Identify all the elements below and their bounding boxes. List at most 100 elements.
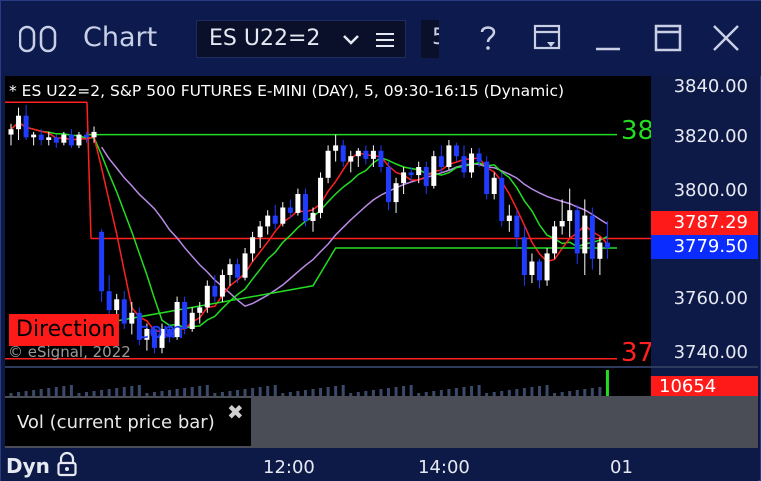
red-step-line (86, 102, 92, 239)
symbol-selector[interactable]: ES U22=2 (196, 20, 406, 58)
volume-bar (137, 385, 141, 396)
candle-body (227, 264, 233, 275)
volume-bar (319, 388, 323, 396)
lock-icon[interactable] (56, 451, 78, 477)
volume-bar (583, 389, 587, 396)
candle-body (318, 177, 324, 213)
chart-app-icon (19, 25, 57, 53)
candle-body (537, 261, 542, 281)
candle-body (212, 285, 218, 297)
candle-body (310, 212, 316, 221)
candle-body (589, 215, 595, 259)
candle-body (99, 231, 105, 292)
candle-body (446, 145, 452, 167)
volume-bar (266, 386, 270, 396)
candle-body (189, 312, 195, 329)
volume-bar (326, 387, 330, 396)
candle-body (302, 194, 308, 221)
minimize-icon[interactable] (591, 21, 625, 55)
volume-axis: 10654 (651, 368, 758, 398)
volume-bar (190, 387, 194, 396)
candle-body (604, 242, 610, 248)
candle-body (325, 150, 331, 178)
candle-body (280, 207, 286, 224)
volume-bar (538, 386, 541, 396)
volume-bar (205, 385, 209, 396)
volume-bar (379, 389, 383, 396)
volume-bar (115, 388, 119, 396)
volume-bar (477, 385, 481, 396)
candle-body (287, 207, 293, 213)
symbol-value[interactable]: ES U22=2 (209, 26, 320, 51)
time-tick: 14:00 (418, 457, 470, 478)
price-axis[interactable]: 3840.00 3820.00 3800.00 3787.29 3779.50 … (651, 76, 758, 366)
candle-body (544, 253, 550, 281)
candle-body (23, 115, 29, 138)
last-price-tag: 3787.29 (651, 211, 758, 235)
candle-body (514, 215, 520, 238)
volume-bar (122, 387, 126, 396)
candle-body (38, 134, 44, 140)
interval-selector[interactable]: 5 (421, 20, 439, 58)
volume-bar (590, 388, 594, 396)
candle-body (521, 237, 527, 275)
volume-bar (454, 388, 458, 396)
candle-body (355, 150, 361, 157)
price-tick: 3840.00 (673, 76, 748, 97)
maximize-icon[interactable] (651, 21, 685, 55)
candle-body (76, 134, 82, 146)
volume-bar (530, 387, 534, 396)
volume-bar (334, 386, 338, 396)
candle-body (386, 167, 391, 203)
volume-bar (251, 388, 255, 396)
candle-body (84, 134, 89, 138)
candle-body (257, 226, 263, 238)
candle-body (476, 153, 482, 162)
volume-bar (47, 388, 51, 396)
candle-body (197, 307, 203, 313)
template-icon[interactable] (531, 21, 565, 55)
volume-bar (598, 387, 602, 396)
candle-body (265, 215, 271, 227)
volume-bar (470, 386, 474, 396)
volume-bar (175, 389, 179, 396)
volume-bar (54, 387, 58, 396)
candle-body (393, 183, 399, 203)
candle-body (567, 210, 573, 221)
candle-body (529, 261, 535, 275)
tooltip-text: Vol (current price bar) (17, 412, 215, 433)
dynamic-mode-label[interactable]: Dyn (6, 454, 50, 478)
help-icon[interactable] (471, 21, 505, 55)
price-tick: 3800.00 (673, 180, 748, 201)
menu-icon[interactable] (375, 29, 395, 51)
candle-body (453, 145, 459, 157)
candle-body (295, 194, 301, 213)
candle-body (370, 150, 376, 159)
interval-value[interactable]: 5 (432, 25, 439, 50)
volume-bar (394, 387, 398, 396)
volume-canvas (9, 370, 609, 396)
close-icon[interactable] (709, 21, 743, 55)
time-axis[interactable]: Dyn 12:00 14:00 01 (1, 448, 758, 481)
logo-direction-text: Direction (9, 314, 120, 346)
volume-pane[interactable] (5, 368, 651, 396)
volume-bar (183, 388, 187, 396)
candle-body (46, 137, 52, 140)
candle-body (219, 275, 225, 297)
candle-body (333, 145, 339, 151)
time-tick: 12:00 (263, 457, 315, 478)
candle-body (114, 299, 120, 311)
candle-body (31, 134, 37, 138)
candle-body (484, 161, 490, 194)
candle-body (378, 150, 384, 167)
volume-bar (387, 388, 390, 396)
tooltip-close-button[interactable]: ✖ (227, 400, 244, 424)
candle-body (469, 153, 475, 173)
candle-body (61, 134, 67, 143)
chevron-down-icon[interactable] (342, 31, 360, 49)
time-tick: 01 (610, 457, 633, 478)
candle-body (552, 226, 558, 254)
volume-bar (409, 385, 413, 396)
price-chart-pane[interactable]: * ES U22=2, S&P 500 FUTURES E-MINI (DAY)… (5, 76, 654, 368)
candle-body (499, 177, 505, 221)
